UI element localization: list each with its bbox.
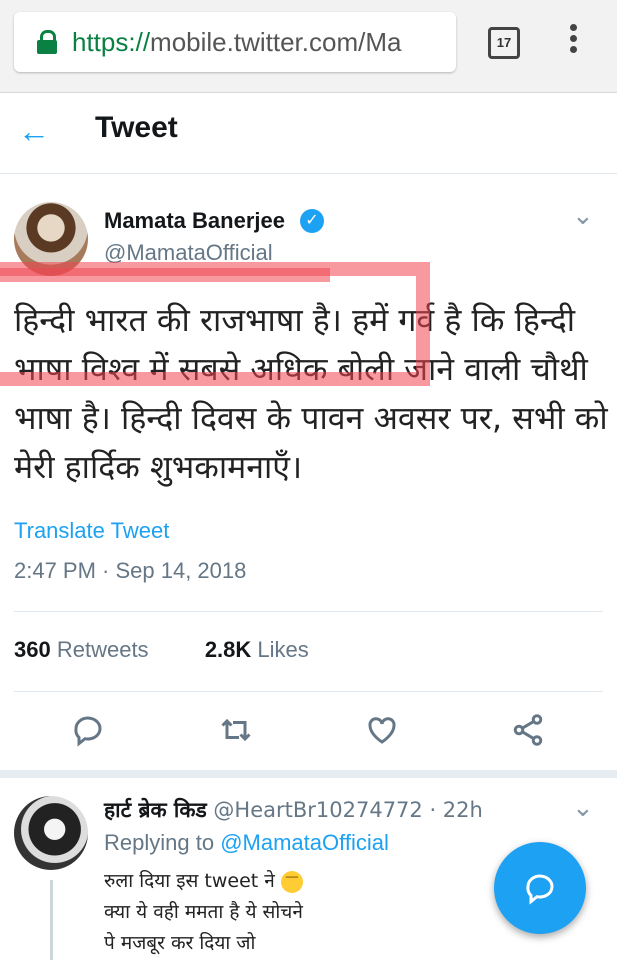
section-separator [0,770,617,778]
replying-handle-link[interactable]: @MamataOfficial [220,830,389,855]
author-name[interactable]: Mamata Banerjee [104,208,285,234]
retweets-stat[interactable]: 360 Retweets [14,637,149,662]
url-text[interactable]: https://mobile.twitter.com/Ma [72,27,442,58]
reply-author-name[interactable]: हार्ट ब्रेक किड [104,798,207,822]
like-icon[interactable] [364,712,408,756]
tweet-timestamp: 2:47 PM · Sep 14, 2018 [14,558,247,583]
page-title: Tweet [95,111,178,144]
url-host: mobile.twitter.com/Ma [150,26,402,57]
reply-author-line: हार्ट ब्रेक किड @HeartBr10274772 · 22h [104,796,483,824]
chevron-down-icon[interactable]: ⌄ [572,792,594,823]
url-scheme: https:// [72,26,151,57]
sad-face-emoji-icon: ‾‾ [280,870,303,893]
lock-icon [36,30,58,54]
tab-switcher-button[interactable]: 17 [488,27,520,59]
thread-line [50,880,53,960]
retweets-label: Retweets [56,637,149,662]
reply-icon[interactable] [70,712,114,756]
retweets-count: 360 [14,637,51,662]
page-header: ← Tweet [0,93,617,174]
address-bar[interactable]: https://mobile.twitter.com/Ma [14,12,456,72]
likes-count: 2.8K [204,637,252,662]
overflow-menu-icon[interactable] [568,24,578,60]
translate-tweet-link[interactable]: Translate Tweet [14,518,169,544]
reply-text: रुला दिया इस tweet ने ‾‾ क्या ये वही ममत… [104,866,484,959]
reply-line-2: क्या ये वही ममता है ये सोचने [104,901,303,923]
likes-stat[interactable]: 2.8K Likes [205,637,309,662]
replying-prefix: Replying to [104,830,215,855]
divider [14,611,603,612]
verified-icon: ✓ [300,209,324,233]
share-icon[interactable] [510,712,554,756]
likes-label: Likes [257,637,309,662]
tweet-action-bar [0,712,617,756]
back-arrow-icon[interactable]: ← [18,115,50,147]
compose-reply-icon [526,874,554,905]
tweet-stats: 360 Retweets 2.8K Likes [14,637,309,663]
reply-line-3: पे मजबूर कर दिया जो [104,932,256,954]
tweet-text: हिन्दी भारत की राजभाषा है। हमें गर्व है … [14,301,608,486]
compose-reply-button[interactable] [494,842,586,934]
author-handle[interactable]: @MamataOfficial [104,240,273,266]
chevron-down-icon[interactable]: ⌄ [572,200,594,231]
reply-line-1: रुला दिया इस tweet ने [104,870,275,892]
divider [14,691,603,692]
author-avatar[interactable] [14,202,88,276]
reply-author-handle[interactable]: @HeartBr10274772 · 22h [213,798,482,822]
reply-author-avatar[interactable] [14,796,88,870]
replying-to: Replying to @MamataOfficial [104,830,389,856]
browser-toolbar: https://mobile.twitter.com/Ma 17 [0,0,617,93]
retweet-icon[interactable] [218,712,262,756]
highlight-annotation-bar [0,268,330,282]
